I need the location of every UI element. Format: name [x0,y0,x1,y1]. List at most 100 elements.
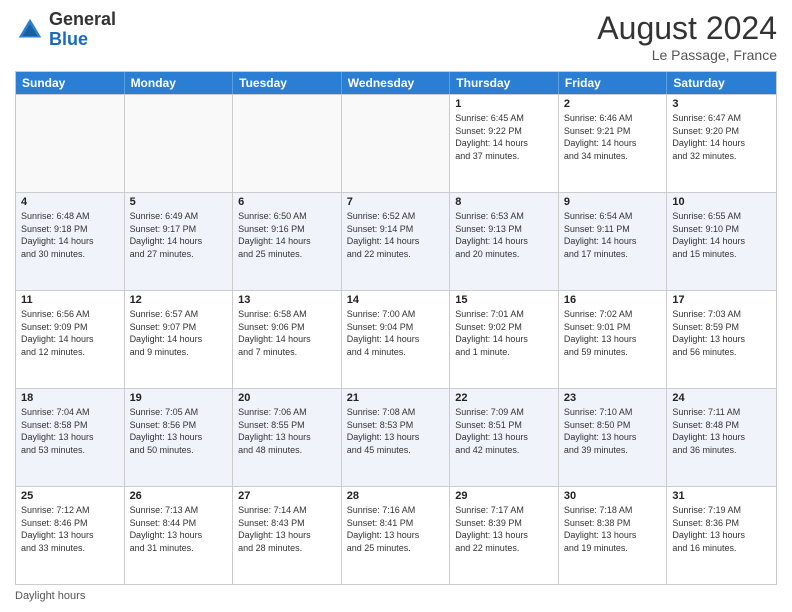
calendar-cell-day-21: 21 Sunrise: 7:08 AM Sunset: 8:53 PM Dayli… [342,389,451,486]
calendar-cell-day-10: 10Sunrise: 6:55 AM Sunset: 9:10 PM Dayli… [667,193,776,290]
calendar-header-monday: Monday [125,72,234,94]
calendar-cell-day-9: 9Sunrise: 6:54 AM Sunset: 9:11 PM Daylig… [559,193,668,290]
calendar: SundayMondayTuesdayWednesdayThursdayFrid… [15,71,777,585]
day-number: 22 [455,392,553,404]
day-info: Sunrise: 6:55 AM Sunset: 9:10 PM Dayligh… [672,210,771,260]
calendar-cell-day-12: 12Sunrise: 6:57 AM Sunset: 9:07 PM Dayli… [125,291,234,388]
calendar-cell-day-14: 14 Sunrise: 7:00 AM Sunset: 9:04 PM Dayli… [342,291,451,388]
day-number: 24 [672,392,771,404]
day-info: Sunrise: 7:16 AM Sunset: 8:41 PM Dayligh… [347,504,445,554]
day-number: 21 [347,392,445,404]
calendar-cell-day-31: 31 Sunrise: 7:19 AM Sunset: 8:36 PM Dayli… [667,487,776,584]
calendar-cell-empty-0-2 [233,95,342,192]
calendar-cell-day-20: 20 Sunrise: 7:06 AM Sunset: 8:55 PM Dayli… [233,389,342,486]
calendar-cell-day-11: 11Sunrise: 6:56 AM Sunset: 9:09 PM Dayli… [16,291,125,388]
day-number: 23 [564,392,662,404]
day-number: 26 [130,490,228,502]
day-info: Sunrise: 7:00 AM Sunset: 9:04 PM Dayligh… [347,308,445,358]
day-number: 30 [564,490,662,502]
day-number: 7 [347,196,445,208]
day-number: 17 [672,294,771,306]
calendar-cell-day-1: 1Sunrise: 6:45 AM Sunset: 9:22 PM Daylig… [450,95,559,192]
day-info: Sunrise: 7:01 AM Sunset: 9:02 PM Dayligh… [455,308,553,358]
page: General Blue August 2024 Le Passage, Fra… [0,0,792,612]
calendar-cell-day-13: 13 Sunrise: 6:58 AM Sunset: 9:06 PM Dayli… [233,291,342,388]
calendar-row-0: 1Sunrise: 6:45 AM Sunset: 9:22 PM Daylig… [16,94,776,192]
calendar-header-tuesday: Tuesday [233,72,342,94]
calendar-body: 1Sunrise: 6:45 AM Sunset: 9:22 PM Daylig… [16,94,776,584]
day-info: Sunrise: 7:10 AM Sunset: 8:50 PM Dayligh… [564,406,662,456]
calendar-cell-day-8: 8Sunrise: 6:53 AM Sunset: 9:13 PM Daylig… [450,193,559,290]
header: General Blue August 2024 Le Passage, Fra… [15,10,777,63]
logo-icon [15,15,45,45]
calendar-header-sunday: Sunday [16,72,125,94]
calendar-row-2: 11Sunrise: 6:56 AM Sunset: 9:09 PM Dayli… [16,290,776,388]
calendar-header-wednesday: Wednesday [342,72,451,94]
day-number: 11 [21,294,119,306]
title-block: August 2024 Le Passage, France [597,10,777,63]
calendar-cell-day-2: 2 Sunrise: 6:46 AM Sunset: 9:21 PM Daylig… [559,95,668,192]
day-number: 20 [238,392,336,404]
calendar-cell-day-22: 22Sunrise: 7:09 AM Sunset: 8:51 PM Dayli… [450,389,559,486]
day-number: 25 [21,490,119,502]
footer: Daylight hours [15,590,777,602]
day-number: 31 [672,490,771,502]
calendar-header-row: SundayMondayTuesdayWednesdayThursdayFrid… [16,72,776,94]
day-info: Sunrise: 6:46 AM Sunset: 9:21 PM Dayligh… [564,112,662,162]
calendar-cell-day-27: 27 Sunrise: 7:14 AM Sunset: 8:43 PM Dayli… [233,487,342,584]
day-info: Sunrise: 7:05 AM Sunset: 8:56 PM Dayligh… [130,406,228,456]
logo-text: General Blue [49,10,116,50]
calendar-row-4: 25Sunrise: 7:12 AM Sunset: 8:46 PM Dayli… [16,486,776,584]
calendar-cell-day-19: 19Sunrise: 7:05 AM Sunset: 8:56 PM Dayli… [125,389,234,486]
day-info: Sunrise: 6:52 AM Sunset: 9:14 PM Dayligh… [347,210,445,260]
day-number: 16 [564,294,662,306]
day-info: Sunrise: 6:53 AM Sunset: 9:13 PM Dayligh… [455,210,553,260]
calendar-header-saturday: Saturday [667,72,776,94]
calendar-header-friday: Friday [559,72,668,94]
logo-general: General [49,9,116,29]
calendar-cell-day-5: 5 Sunrise: 6:49 AM Sunset: 9:17 PM Daylig… [125,193,234,290]
footer-label: Daylight hours [15,590,85,602]
day-info: Sunrise: 6:57 AM Sunset: 9:07 PM Dayligh… [130,308,228,358]
day-info: Sunrise: 7:04 AM Sunset: 8:58 PM Dayligh… [21,406,119,456]
day-info: Sunrise: 7:18 AM Sunset: 8:38 PM Dayligh… [564,504,662,554]
day-info: Sunrise: 7:19 AM Sunset: 8:36 PM Dayligh… [672,504,771,554]
calendar-cell-day-16: 16 Sunrise: 7:02 AM Sunset: 9:01 PM Dayli… [559,291,668,388]
calendar-cell-empty-0-0 [16,95,125,192]
calendar-cell-day-29: 29Sunrise: 7:17 AM Sunset: 8:39 PM Dayli… [450,487,559,584]
day-number: 27 [238,490,336,502]
calendar-cell-day-30: 30 Sunrise: 7:18 AM Sunset: 8:38 PM Dayli… [559,487,668,584]
day-info: Sunrise: 6:49 AM Sunset: 9:17 PM Dayligh… [130,210,228,260]
day-number: 6 [238,196,336,208]
calendar-cell-empty-0-1 [125,95,234,192]
location: Le Passage, France [597,47,777,63]
calendar-cell-day-7: 7 Sunrise: 6:52 AM Sunset: 9:14 PM Daylig… [342,193,451,290]
day-number: 3 [672,98,771,110]
day-number: 13 [238,294,336,306]
day-number: 18 [21,392,119,404]
calendar-row-1: 4Sunrise: 6:48 AM Sunset: 9:18 PM Daylig… [16,192,776,290]
day-number: 2 [564,98,662,110]
day-info: Sunrise: 6:58 AM Sunset: 9:06 PM Dayligh… [238,308,336,358]
calendar-cell-day-25: 25Sunrise: 7:12 AM Sunset: 8:46 PM Dayli… [16,487,125,584]
day-info: Sunrise: 7:03 AM Sunset: 8:59 PM Dayligh… [672,308,771,358]
day-info: Sunrise: 7:08 AM Sunset: 8:53 PM Dayligh… [347,406,445,456]
day-info: Sunrise: 6:45 AM Sunset: 9:22 PM Dayligh… [455,112,553,162]
calendar-row-3: 18 Sunrise: 7:04 AM Sunset: 8:58 PM Dayli… [16,388,776,486]
day-info: Sunrise: 7:02 AM Sunset: 9:01 PM Dayligh… [564,308,662,358]
day-info: Sunrise: 7:11 AM Sunset: 8:48 PM Dayligh… [672,406,771,456]
month-year: August 2024 [597,10,777,47]
day-number: 15 [455,294,553,306]
day-number: 14 [347,294,445,306]
day-number: 5 [130,196,228,208]
calendar-cell-day-15: 15 Sunrise: 7:01 AM Sunset: 9:02 PM Dayli… [450,291,559,388]
calendar-cell-day-3: 3Sunrise: 6:47 AM Sunset: 9:20 PM Daylig… [667,95,776,192]
calendar-cell-day-4: 4Sunrise: 6:48 AM Sunset: 9:18 PM Daylig… [16,193,125,290]
day-number: 9 [564,196,662,208]
day-info: Sunrise: 7:14 AM Sunset: 8:43 PM Dayligh… [238,504,336,554]
day-info: Sunrise: 7:17 AM Sunset: 8:39 PM Dayligh… [455,504,553,554]
calendar-header-thursday: Thursday [450,72,559,94]
calendar-cell-day-23: 23 Sunrise: 7:10 AM Sunset: 8:50 PM Dayli… [559,389,668,486]
day-info: Sunrise: 7:06 AM Sunset: 8:55 PM Dayligh… [238,406,336,456]
calendar-cell-day-28: 28Sunrise: 7:16 AM Sunset: 8:41 PM Dayli… [342,487,451,584]
